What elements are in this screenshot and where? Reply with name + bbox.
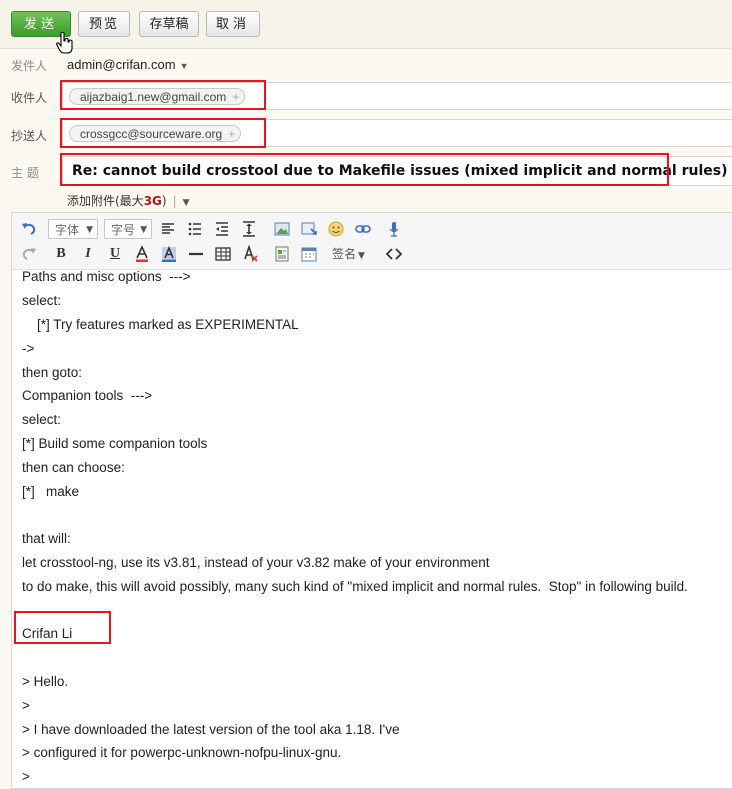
undo-icon[interactable] [20,220,38,238]
quoted-line: > I have downloaded the latest version o… [22,722,400,737]
body-line: [*] Build some companion tools [22,436,208,451]
horizontal-rule-icon[interactable] [187,245,205,263]
to-input[interactable]: aijazbaig1.new@gmail.com + [62,82,732,110]
underline-icon[interactable]: U [106,245,124,263]
font-family-select[interactable]: 字体 ▼ [48,219,98,239]
italic-icon[interactable]: I [79,245,97,263]
link-icon[interactable] [354,220,372,238]
chevron-down-icon: ▼ [358,251,365,261]
font-color-icon[interactable] [133,245,151,263]
body-line: let crosstool-ng, use its v3.81, instead… [22,555,490,570]
from-label: 发件人 [11,59,48,73]
body-line: [*] Try features marked as EXPERIMENTAL [22,317,299,332]
redo-icon[interactable] [20,245,38,263]
body-line: select: [22,412,62,427]
cc-chip[interactable]: crossgcc@sourceware.org + [69,125,242,143]
attach-label: 添加附件(最大 [67,194,144,208]
signature-name: Crifan Li [22,626,73,641]
source-code-icon[interactable] [385,245,403,263]
font-family-label: 字体 [55,223,80,237]
message-editor[interactable]: 字体 ▼ 字号 ▼ B I U 签名 ▼ Paths and misc options… [11,212,732,789]
preview-button[interactable]: 预览 [78,11,130,37]
cc-input[interactable]: crossgcc@sourceware.org + [62,119,732,147]
calendar-icon[interactable] [300,245,318,263]
font-size-label: 字号 [111,223,136,237]
editor-toolbar: 字体 ▼ 字号 ▼ B I U 签名 ▼ [12,213,732,270]
chevron-down-icon: ▼ [140,225,147,235]
chevron-down-icon[interactable]: ▼ [183,198,190,208]
attach-size: 3G [143,194,162,208]
signature-select[interactable]: 签名 ▼ [332,245,365,263]
body-line: then goto: [22,365,83,380]
font-size-select[interactable]: 字号 ▼ [104,219,152,239]
from-selector[interactable]: admin@crifan.com ▼ [67,57,189,72]
attach-link[interactable]: 添加附件(最大3G) | ▼ [67,192,190,209]
cancel-button[interactable]: 取消 [206,11,260,37]
signature-label: 签名 [332,247,357,261]
body-line: select: [22,293,62,308]
save-draft-button[interactable]: 存草稿 [139,11,199,37]
hand-cursor-icon [55,31,73,54]
body-line: Paths and misc options ---> [22,269,191,284]
chevron-down-icon: ▼ [179,61,189,71]
template-icon[interactable] [273,245,291,263]
subject-label: 主 题 [11,166,39,180]
divider: | [172,194,177,208]
body-line: to do make, this will avoid possibly, ma… [22,579,688,594]
body-line: -> [22,341,35,356]
quoted-line: > [22,769,30,784]
align-icon[interactable] [159,220,177,238]
attach-suffix: ) [161,194,167,208]
chevron-down-icon: ▼ [86,225,93,235]
microphone-icon[interactable] [385,220,403,238]
table-icon[interactable] [214,245,232,263]
line-height-icon[interactable] [240,220,258,238]
body-line: then can choose: [22,460,125,475]
to-label: 收件人 [11,91,48,105]
add-icon[interactable]: + [232,89,239,106]
screenshot-icon[interactable] [300,220,318,238]
quoted-line: > [22,698,30,713]
list-icon[interactable] [186,220,204,238]
recipient-address: aijazbaig1.new@gmail.com [80,90,227,104]
cc-address: crossgcc@sourceware.org [80,127,223,141]
highlight-color-icon[interactable] [160,245,178,263]
add-icon[interactable]: + [228,126,235,143]
clear-format-icon[interactable] [241,245,259,263]
emoji-icon[interactable] [327,220,345,238]
recipient-chip[interactable]: aijazbaig1.new@gmail.com + [69,88,246,106]
image-icon[interactable] [273,220,291,238]
body-line: Companion tools ---> [22,388,153,403]
cc-label: 抄送人 [11,129,48,143]
from-address: admin@crifan.com [67,57,176,72]
body-line: [*] make [22,484,80,499]
compose-toolbar: 发送 预览 存草稿 取消 [0,0,732,54]
body-line: that will: [22,531,71,546]
quoted-line: > Hello. [22,674,69,689]
bold-icon[interactable]: B [52,245,70,263]
quoted-line: > configured it for powerpc-unknown-nofp… [22,745,342,760]
subject-input[interactable]: Re: cannot build crosstool due to Makefi… [62,156,732,186]
indent-icon[interactable] [213,220,231,238]
subject-text: Re: cannot build crosstool due to Makefi… [72,163,728,179]
